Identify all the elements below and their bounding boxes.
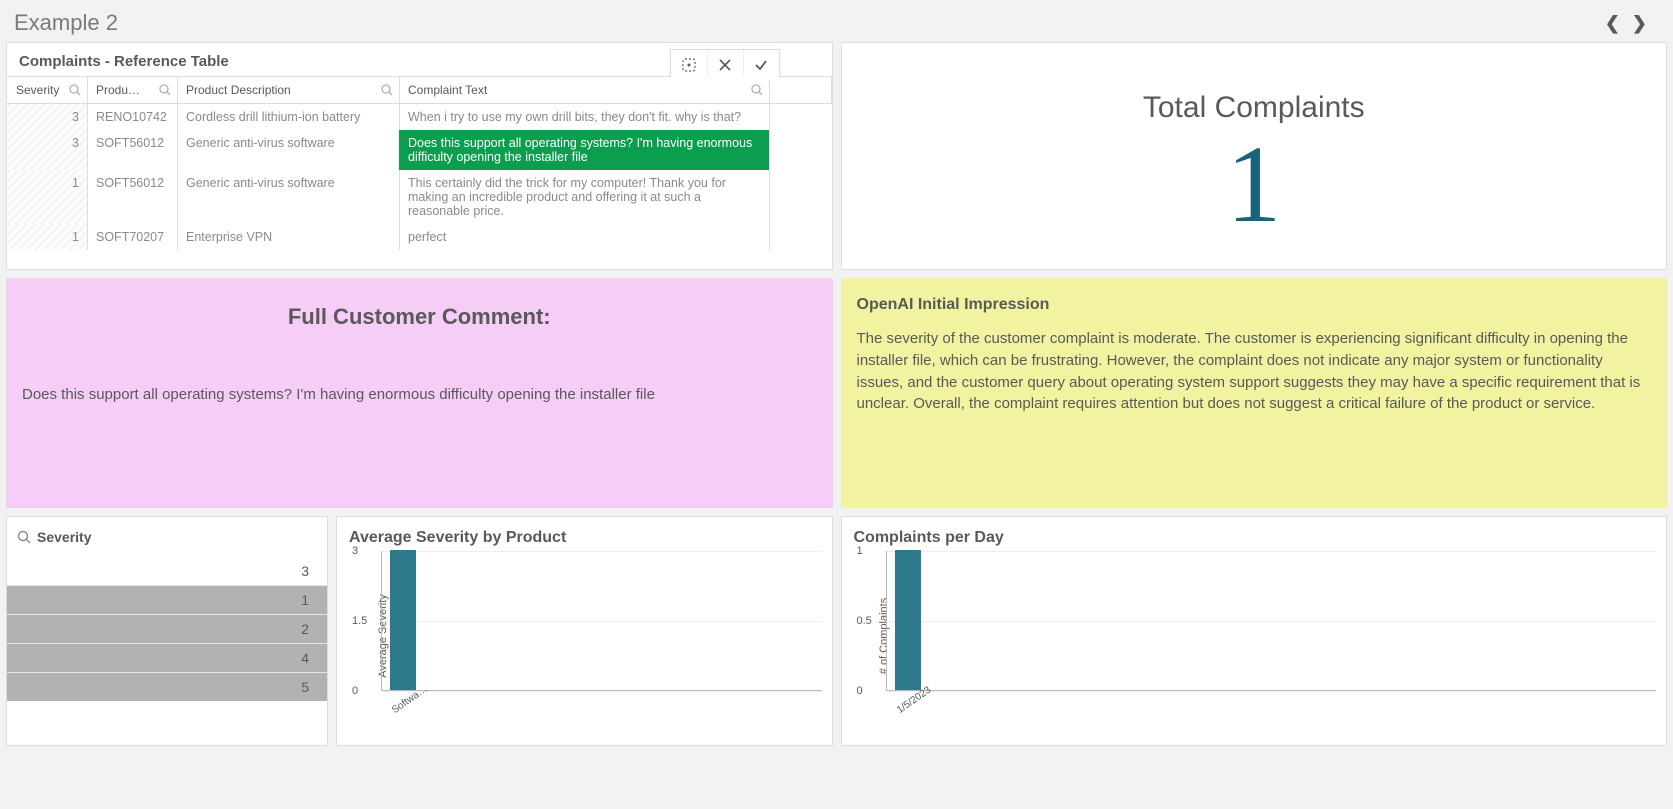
cell-complaint[interactable]: When i try to use my own drill bits, the… bbox=[400, 104, 770, 131]
full-comment-title: Full Customer Comment: bbox=[22, 304, 817, 330]
cell-product[interactable]: SOFT70207 bbox=[88, 224, 178, 250]
total-complaints-card: Total Complaints 1 bbox=[841, 42, 1668, 270]
table-row[interactable]: 3SOFT56012Generic anti-virus softwareDoe… bbox=[8, 130, 832, 170]
col-header-severity-label: Severity bbox=[16, 83, 59, 97]
col-header-product[interactable]: Produ… bbox=[88, 77, 178, 104]
prev-sheet-button[interactable]: ❮ bbox=[1605, 13, 1620, 34]
cell-description[interactable]: Enterprise VPN bbox=[178, 224, 400, 250]
search-icon[interactable] bbox=[751, 84, 763, 96]
cell-pad[interactable] bbox=[769, 170, 831, 224]
cancel-selection-button[interactable] bbox=[707, 50, 743, 80]
cell-product[interactable]: SOFT56012 bbox=[88, 130, 178, 170]
ai-impression-title: OpenAI Initial Impression bbox=[857, 296, 1652, 314]
avg-severity-plot[interactable]: 01.53Softwa… bbox=[381, 551, 822, 691]
severity-filter-card: Severity 31245 bbox=[6, 516, 328, 746]
cell-severity[interactable]: 1 bbox=[8, 170, 88, 224]
avg-severity-chart-title: Average Severity by Product bbox=[337, 517, 832, 551]
cell-pad[interactable] bbox=[769, 130, 831, 170]
table-row[interactable]: 1SOFT56012Generic anti-virus softwareThi… bbox=[8, 170, 832, 224]
severity-filter-item[interactable]: 3 bbox=[7, 557, 327, 585]
cell-pad[interactable] bbox=[769, 224, 831, 250]
col-header-severity[interactable]: Severity bbox=[8, 77, 88, 104]
col-header-complaint[interactable]: Complaint Text bbox=[400, 77, 770, 104]
full-comment-body: Does this support all operating systems?… bbox=[22, 386, 817, 403]
severity-filter-item[interactable]: 1 bbox=[7, 585, 327, 614]
y-tick: 3 bbox=[352, 545, 358, 557]
y-tick: 1 bbox=[857, 545, 863, 557]
ai-impression-body: The severity of the customer complaint i… bbox=[857, 328, 1652, 415]
y-tick: 0.5 bbox=[857, 615, 872, 627]
confirm-selection-button[interactable] bbox=[743, 50, 779, 80]
severity-filter-title: Severity bbox=[37, 529, 91, 545]
col-header-pad bbox=[769, 77, 831, 104]
cell-complaint[interactable]: perfect bbox=[400, 224, 770, 250]
cell-description[interactable]: Cordless drill lithium-ion battery bbox=[178, 104, 400, 131]
complaints-per-day-plot[interactable]: 00.511/5/2023 bbox=[886, 551, 1657, 691]
col-header-product-label: Produ… bbox=[96, 83, 140, 97]
full-comment-card: Full Customer Comment: Does this support… bbox=[6, 278, 833, 508]
complaints-per-day-title: Complaints per Day bbox=[842, 517, 1667, 551]
cell-product[interactable]: RENO10742 bbox=[88, 104, 178, 131]
page-title: Example 2 bbox=[14, 10, 118, 36]
cell-severity[interactable]: 3 bbox=[8, 104, 88, 131]
total-complaints-value: 1 bbox=[1226, 129, 1281, 239]
cell-complaint[interactable]: This certainly did the trick for my comp… bbox=[400, 170, 770, 224]
lasso-select-button[interactable] bbox=[671, 50, 707, 80]
search-icon[interactable] bbox=[159, 84, 171, 96]
table-row[interactable]: 1SOFT70207Enterprise VPNperfect bbox=[8, 224, 832, 250]
cell-severity[interactable]: 3 bbox=[8, 130, 88, 170]
ai-impression-card: OpenAI Initial Impression The severity o… bbox=[841, 278, 1668, 508]
y-tick: 0 bbox=[857, 685, 863, 697]
table-row[interactable]: 3RENO10742Cordless drill lithium-ion bat… bbox=[8, 104, 832, 131]
y-tick: 0 bbox=[352, 685, 358, 697]
cell-description[interactable]: Generic anti-virus software bbox=[178, 170, 400, 224]
complaints-per-day-card: Complaints per Day # of Complaints 00.51… bbox=[841, 516, 1668, 746]
search-icon[interactable] bbox=[17, 530, 31, 544]
col-header-description[interactable]: Product Description bbox=[178, 77, 400, 104]
severity-filter-item[interactable]: 5 bbox=[7, 672, 327, 701]
next-sheet-button[interactable]: ❯ bbox=[1632, 13, 1647, 34]
complaints-table[interactable]: Severity Produ… Product Description Comp… bbox=[7, 76, 832, 250]
total-complaints-title: Total Complaints bbox=[1143, 91, 1365, 125]
search-icon[interactable] bbox=[69, 84, 81, 96]
chart-bar[interactable] bbox=[390, 550, 416, 690]
cell-description[interactable]: Generic anti-virus software bbox=[178, 130, 400, 170]
col-header-complaint-label: Complaint Text bbox=[408, 83, 487, 97]
cell-complaint[interactable]: Does this support all operating systems?… bbox=[400, 130, 770, 170]
chart-bar[interactable] bbox=[895, 550, 921, 690]
col-header-description-label: Product Description bbox=[186, 83, 291, 97]
cell-product[interactable]: SOFT56012 bbox=[88, 170, 178, 224]
severity-filter-item[interactable]: 4 bbox=[7, 643, 327, 672]
complaints-table-card: Complaints - Reference Table Severity Pr… bbox=[6, 42, 833, 270]
sheet-nav: ❮ ❯ bbox=[1605, 13, 1653, 34]
y-tick: 1.5 bbox=[352, 615, 367, 627]
search-icon[interactable] bbox=[381, 84, 393, 96]
avg-severity-chart-card: Average Severity by Product Average Seve… bbox=[336, 516, 833, 746]
cell-severity[interactable]: 1 bbox=[8, 224, 88, 250]
severity-filter-list: 31245 bbox=[7, 557, 327, 701]
severity-filter-item[interactable]: 2 bbox=[7, 614, 327, 643]
cell-pad[interactable] bbox=[769, 104, 831, 131]
